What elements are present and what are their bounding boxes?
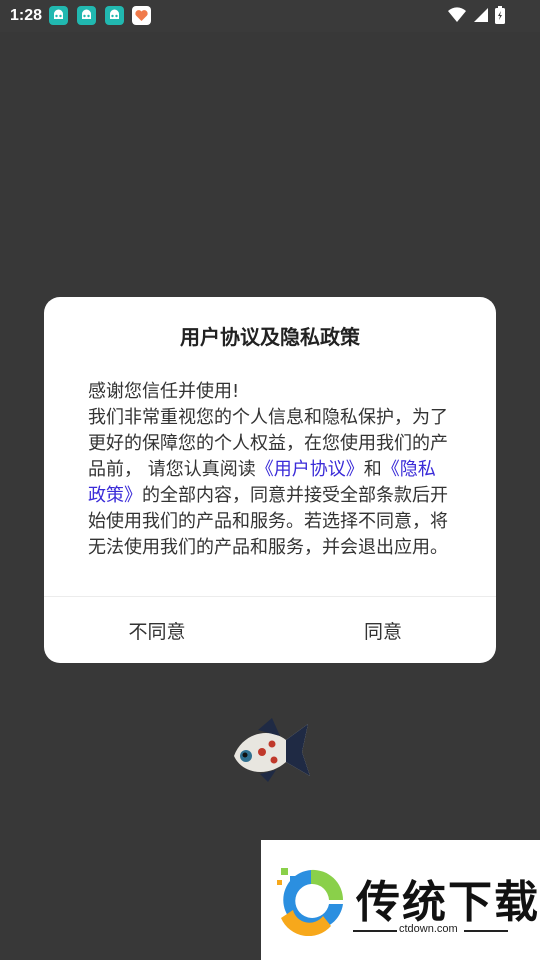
app-notification-icon <box>77 6 96 25</box>
status-bar: 1:28 <box>0 0 540 32</box>
fish-logo-icon <box>234 718 310 782</box>
dialog-body: 感谢您信任并使用! 我们非常重视您的个人信息和隐私保护，为了更好的保障您的个人权… <box>88 379 452 561</box>
system-icons <box>447 5 506 27</box>
app-notification-icon <box>49 6 68 25</box>
watermark: 传统下载 ctdown.com <box>261 840 540 960</box>
dialog-title: 用户协议及隐私政策 <box>180 325 360 349</box>
battery-icon <box>495 6 505 24</box>
heart-app-icon <box>132 6 151 25</box>
ctdown-logo-icon <box>277 868 344 936</box>
signal-icon <box>473 8 488 22</box>
app-notification-icon <box>105 6 124 25</box>
watermark-line-right <box>464 930 508 932</box>
agree-button[interactable]: 同意 <box>270 597 496 663</box>
and-text: 和 <box>363 459 382 480</box>
watermark-text: 传统下载 <box>356 877 540 928</box>
privacy-dialog: 用户协议及隐私政策 感谢您信任并使用! 我们非常重视您的个人信息和隐私保护，为了… <box>44 297 496 663</box>
status-time: 1:28 <box>10 7 43 24</box>
greeting-text: 感谢您信任并使用! <box>88 381 240 402</box>
body-text-continued: 的全部内容，同意并接受全部条款后开始使用我们的产品和服务。若选择不同意，将无法使… <box>88 485 448 558</box>
wifi-icon <box>448 7 467 23</box>
disagree-button[interactable]: 不同意 <box>44 597 270 663</box>
user-agreement-link[interactable]: 《用户协议》 <box>256 459 364 480</box>
watermark-url: ctdown.com <box>399 923 458 935</box>
watermark-line-left <box>353 930 397 932</box>
